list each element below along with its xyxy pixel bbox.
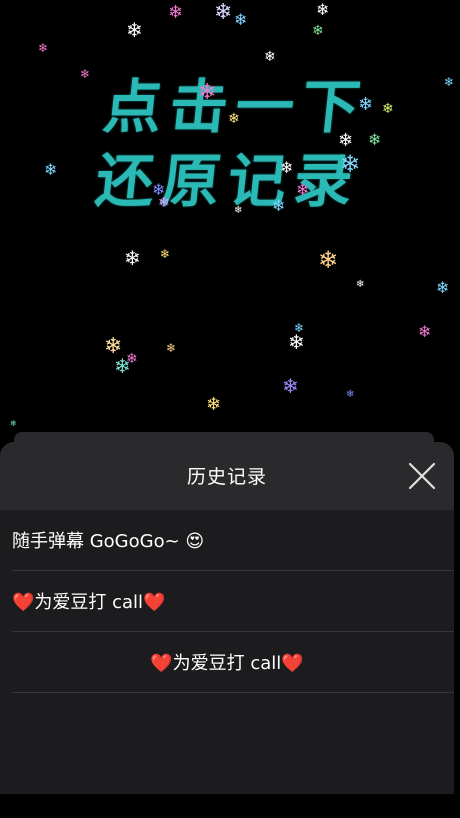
- close-x-icon: [408, 462, 436, 490]
- snowflake-icon: ❄: [382, 101, 394, 117]
- snowflake-icon: ❄: [38, 41, 49, 55]
- snowflake-icon: ❄: [346, 389, 355, 400]
- snowflake-icon: ❄: [288, 330, 305, 354]
- snowflake-icon: ❄: [316, 0, 330, 19]
- history-item[interactable]: ❤️为爱豆打 call❤️: [12, 571, 454, 632]
- snowflake-icon: ❄: [318, 246, 339, 274]
- snowflake-icon: ❄: [296, 180, 310, 199]
- snowflake-icon: ❄: [166, 341, 177, 355]
- snowflake-icon: ❄: [158, 195, 170, 211]
- snowflake-stage[interactable]: 点击一下 还原记录 ❄ ❄ ❄ ❄ ❄ ❄ ❄ ❄ ❄ ❄ ❄ ❄ ❄ ❄ ❄ …: [0, 0, 460, 440]
- danmaku-history-screen: 点击一下 还原记录 ❄ ❄ ❄ ❄ ❄ ❄ ❄ ❄ ❄ ❄ ❄ ❄ ❄ ❄ ❄ …: [0, 0, 460, 818]
- snowflake-icon: ❄: [444, 75, 455, 89]
- snowflake-icon: ❄: [418, 322, 432, 341]
- snowflake-icon: ❄: [80, 67, 91, 81]
- snowflake-icon: ❄: [114, 354, 131, 378]
- history-item-text: ❤️为爱豆打 call❤️: [12, 592, 166, 613]
- sheet-header: 历史记录: [0, 442, 454, 510]
- snowflake-icon: ❄: [280, 158, 294, 177]
- snowflake-icon: ❄: [214, 0, 233, 25]
- snowflake-icon: ❄: [160, 247, 171, 261]
- snowflake-icon: ❄: [358, 94, 374, 115]
- history-item-text: 随手弹幕 GoGoGo~ 😍: [12, 531, 205, 552]
- history-sheet: 历史记录 随手弹幕 GoGoGo~ 😍 ❤️为爱豆打 call❤️ ❤️为爱豆打…: [0, 442, 454, 794]
- restore-hint-line1: 点击一下: [100, 73, 372, 141]
- snowflake-icon: ❄: [264, 49, 276, 65]
- sheet-title: 历史记录: [186, 466, 267, 488]
- snowflake-icon: ❄: [282, 374, 299, 398]
- snowflake-icon: ❄: [234, 205, 243, 216]
- snowflake-icon: ❄: [124, 246, 141, 270]
- snowflake-icon: ❄: [436, 278, 450, 297]
- history-item[interactable]: 随手弹幕 GoGoGo~ 😍: [12, 510, 454, 571]
- snowflake-icon: ❄: [126, 18, 143, 42]
- snowflake-icon: ❄: [340, 150, 361, 178]
- snowflake-icon: ❄: [338, 130, 354, 151]
- close-button[interactable]: [406, 460, 438, 492]
- snowflake-icon: ❄: [234, 10, 248, 29]
- snowflake-icon: ❄: [168, 2, 184, 23]
- history-list: 随手弹幕 GoGoGo~ 😍 ❤️为爱豆打 call❤️ ❤️为爱豆打 call…: [0, 510, 454, 693]
- snowflake-icon: ❄: [228, 111, 240, 127]
- snowflake-icon: ❄: [198, 80, 217, 105]
- snowflake-icon: ❄: [44, 160, 58, 179]
- snowflake-icon: ❄: [206, 394, 222, 415]
- bottom-safe-area: [0, 794, 460, 818]
- history-item[interactable]: ❤️为爱豆打 call❤️: [12, 632, 454, 693]
- snowflake-icon: ❄: [368, 130, 382, 149]
- snowflake-icon: ❄: [10, 419, 17, 428]
- snowflake-icon: ❄: [272, 196, 286, 215]
- snowflake-icon: ❄: [312, 23, 324, 39]
- history-item-text: ❤️为爱豆打 call❤️: [150, 653, 304, 674]
- snowflake-icon: ❄: [356, 279, 365, 290]
